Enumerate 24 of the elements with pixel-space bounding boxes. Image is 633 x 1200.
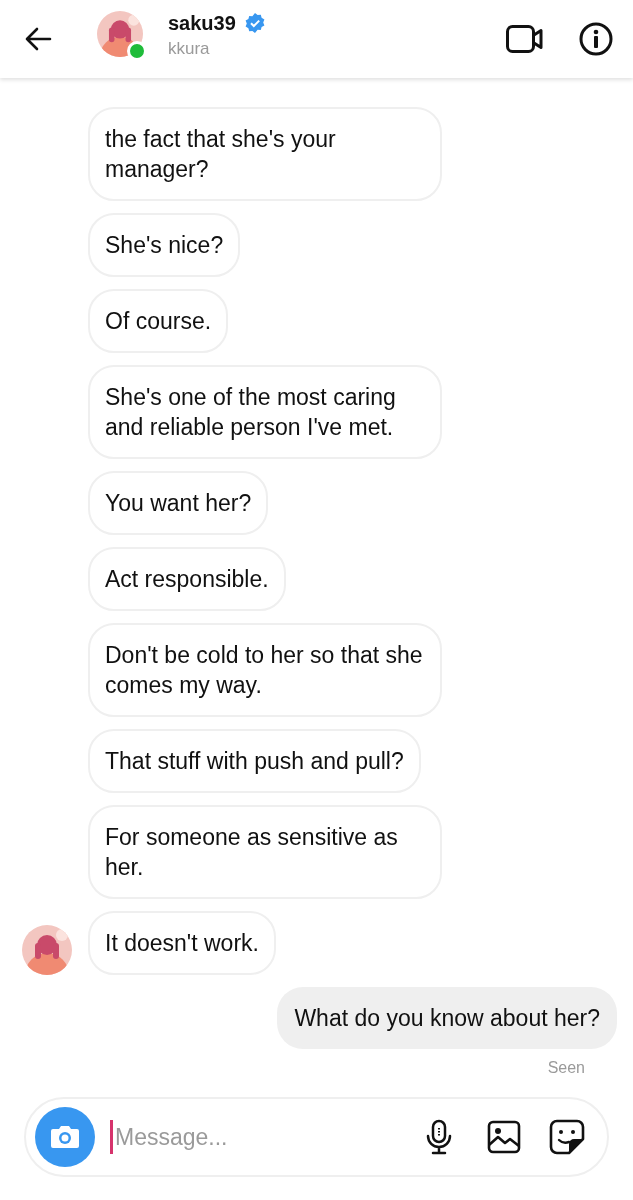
camera-icon (50, 1124, 80, 1150)
image-icon[interactable] (487, 1120, 521, 1154)
message-bubble: What do you know about her? (277, 987, 617, 1049)
message-bubble: Of course. (88, 289, 229, 353)
video-camera-icon[interactable] (506, 25, 544, 53)
message-input[interactable]: Message... (113, 1123, 425, 1151)
camera-button[interactable] (35, 1107, 95, 1167)
message-bubble: For someone as sensitive as her. (88, 805, 442, 899)
message-bubble: It doesn't work. (88, 911, 276, 975)
text-cursor (110, 1120, 113, 1154)
message-bubble: Don't be cold to her so that she comes my way. (88, 623, 442, 717)
message-bubble: the fact that she's your manager? (88, 107, 442, 201)
info-icon[interactable] (579, 22, 613, 56)
user-handle: kkura (168, 38, 211, 59)
message-bubble: She's one of the most caring and reliable person I've met. (88, 365, 442, 459)
message-bubble: Act responsible. (88, 547, 286, 611)
message-bubble: That stuff with push and pull? (88, 729, 421, 793)
back-icon[interactable] (24, 27, 52, 51)
message-bubble: You want her? (88, 471, 269, 535)
username[interactable]: saku39 (168, 11, 236, 35)
microphone-icon[interactable] (425, 1119, 453, 1155)
sticker-icon[interactable] (549, 1119, 585, 1155)
message-bubble: She's nice? (88, 213, 241, 277)
seen-status: Seen (547, 1059, 585, 1077)
